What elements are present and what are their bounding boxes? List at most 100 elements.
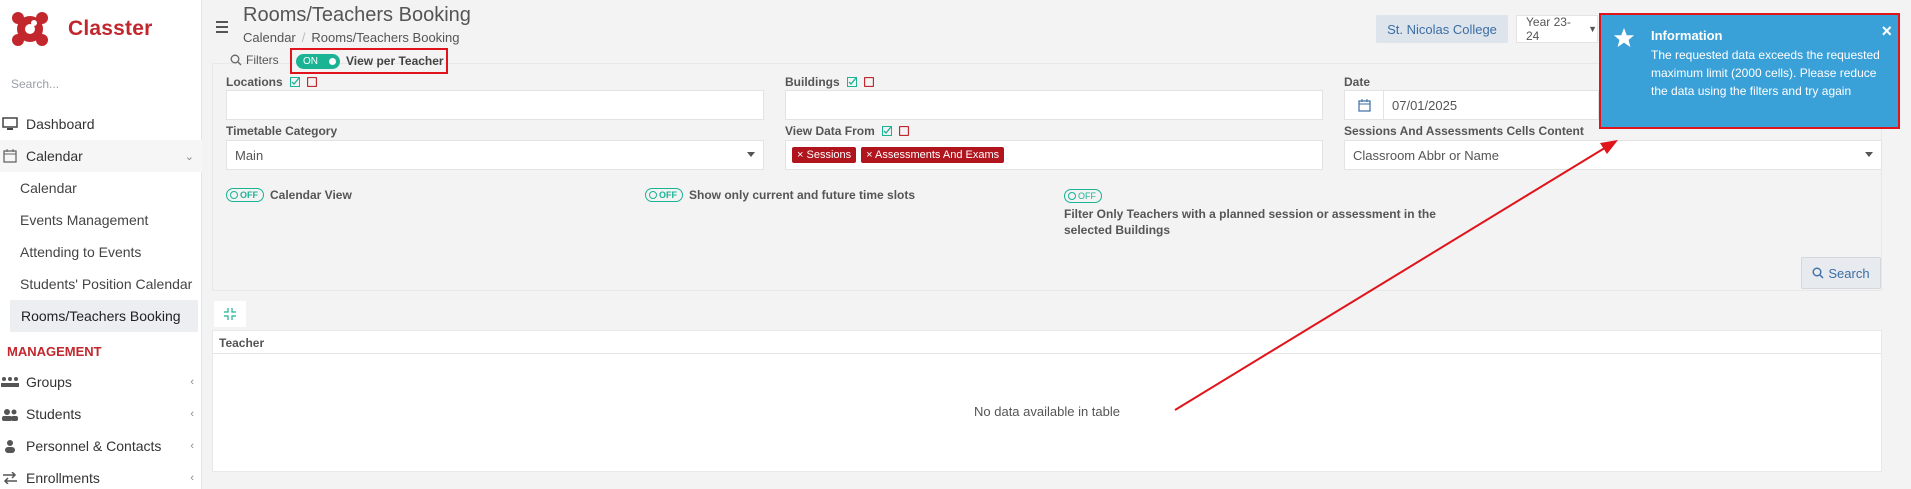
section-management: MANAGEMENT: [7, 343, 102, 359]
caret-down-icon: ▼: [1588, 24, 1597, 34]
sidebar-sub-rooms-teachers-booking[interactable]: Rooms/Teachers Booking: [10, 300, 198, 332]
filter-teachers-toggle[interactable]: OFF: [1064, 189, 1102, 203]
view-data-from-label: View Data From: [785, 124, 909, 138]
view-per-teacher-highlight: ON View per Teacher: [290, 48, 448, 74]
buildings-label-text: Buildings: [785, 75, 840, 89]
notification-message: The requested data exceeds the requested…: [1651, 48, 1880, 98]
check-all-icon[interactable]: [289, 77, 300, 87]
view-data-from-select[interactable]: × Sessions × Assessments And Exams: [785, 140, 1323, 170]
sidebar-item-label: Students: [26, 406, 82, 422]
sidebar-sub-attending-to-events[interactable]: Attending to Events: [0, 236, 202, 268]
year-select[interactable]: Year 23-24 ▼: [1516, 15, 1598, 43]
chevron-left-icon: ‹: [190, 408, 194, 420]
breadcrumb-item: Rooms/Teachers Booking: [311, 30, 460, 45]
monitor-icon: [0, 116, 20, 132]
view-per-teacher-toggle[interactable]: ON: [296, 53, 340, 69]
person-icon: [0, 438, 20, 454]
sidebar-sub-students-position-calendar[interactable]: Students' Position Calendar: [0, 268, 202, 300]
sidebar-search-input[interactable]: Search...: [11, 77, 59, 91]
calendar-view-option: OFF Calendar View: [226, 188, 352, 202]
teachers-table: Teacher No data available in table: [212, 330, 1882, 472]
sidebar-item-label: Enrollments: [26, 470, 100, 486]
buildings-label: Buildings: [785, 75, 874, 89]
calendar-icon: [0, 148, 20, 164]
sidebar-item-calendar[interactable]: Calendar ⌄: [0, 140, 202, 172]
students-icon: [0, 406, 20, 422]
date-label: Date: [1344, 75, 1371, 89]
filter-teachers-option: OFF: [1064, 188, 1108, 203]
sidebar-item-label: Calendar: [26, 148, 83, 164]
cells-content-label: Sessions And Assessments Cells Content: [1344, 124, 1584, 138]
sidebar-item-personnel-contacts[interactable]: Personnel & Contacts ‹: [0, 430, 202, 462]
sidebar-item-label: Groups: [26, 374, 72, 390]
sidebar-item-students[interactable]: Students ‹: [0, 398, 202, 430]
chevron-left-icon: ‹: [190, 472, 194, 484]
calendar-picker-icon[interactable]: [1344, 90, 1384, 120]
uncheck-all-icon[interactable]: [306, 77, 317, 87]
calendar-view-toggle[interactable]: OFF: [226, 188, 264, 202]
future-slots-label: Show only current and future time slots: [689, 188, 916, 202]
close-icon[interactable]: ×: [1881, 21, 1892, 42]
calendar-view-label: Calendar View: [270, 188, 352, 202]
check-all-icon[interactable]: [881, 126, 892, 136]
information-notification: × Information The requested data exceeds…: [1599, 13, 1900, 129]
timetable-category-select[interactable]: Main: [226, 140, 764, 170]
page-title: Rooms/Teachers Booking: [243, 4, 471, 26]
year-select-value: Year 23-24: [1526, 15, 1571, 43]
check-all-icon[interactable]: [846, 77, 857, 87]
column-header-teacher[interactable]: Teacher: [219, 336, 264, 350]
timetable-category-label: Timetable Category: [226, 124, 338, 138]
uncheck-all-icon[interactable]: [863, 77, 874, 87]
filter-teachers-label: Filter Only Teachers with a planned sess…: [1064, 207, 1436, 237]
sidebar-item-groups[interactable]: Groups ‹: [0, 366, 202, 398]
buildings-select[interactable]: [785, 90, 1323, 120]
filters-toggle[interactable]: Filters: [230, 53, 279, 67]
header-divider: [213, 353, 1881, 354]
breadcrumb: Calendar / Rooms/Teachers Booking: [243, 30, 460, 45]
chevron-down-icon: ⌄: [184, 150, 194, 163]
sidebar-item-enrollments[interactable]: Enrollments ‹: [0, 462, 202, 489]
future-slots-toggle[interactable]: OFF: [645, 188, 683, 202]
filters-label: Filters: [246, 53, 279, 67]
tag-sessions[interactable]: × Sessions: [792, 147, 857, 163]
cells-content-select[interactable]: Classroom Abbr or Name: [1344, 140, 1882, 170]
locations-label-text: Locations: [226, 75, 283, 89]
sidebar-sub-calendar[interactable]: Calendar: [0, 172, 202, 204]
sidebar-item-dashboard[interactable]: Dashboard: [0, 108, 202, 140]
caret-down-icon: [747, 152, 755, 157]
chevron-left-icon: ‹: [190, 376, 194, 388]
sidebar-sub-events-management[interactable]: Events Management: [0, 204, 202, 236]
caret-down-icon: [1865, 152, 1873, 157]
search-icon: [230, 54, 242, 66]
star-icon: [1613, 27, 1635, 48]
uncheck-all-icon[interactable]: [898, 126, 909, 136]
logo[interactable]: Classter: [10, 8, 152, 50]
empty-table-message: No data available in table: [974, 404, 1120, 419]
sidebar-item-label: Personnel & Contacts: [26, 438, 162, 454]
tag-assessments-and-exams[interactable]: × Assessments And Exams: [861, 147, 1005, 163]
tag-label: Sessions: [806, 149, 852, 161]
college-button[interactable]: St. Nicolas College: [1376, 15, 1508, 43]
tag-label: Assessments And Exams: [875, 149, 1000, 161]
locations-label: Locations: [226, 75, 317, 89]
search-button-label: Search: [1828, 265, 1870, 281]
sidebar: Classter Search... Dashboard Calendar ⌄ …: [0, 0, 202, 489]
compress-icon[interactable]: [214, 301, 246, 327]
search-button[interactable]: Search: [1801, 257, 1881, 289]
timetable-category-value: Main: [235, 147, 264, 163]
classter-logo-icon: [12, 12, 48, 46]
locations-select[interactable]: [226, 90, 764, 120]
date-input[interactable]: 07/01/2025: [1384, 90, 1599, 120]
exchange-icon: [0, 470, 20, 486]
notification-title: Information: [1651, 28, 1723, 43]
breadcrumb-item[interactable]: Calendar: [243, 30, 296, 45]
view-per-teacher-label: View per Teacher: [346, 54, 444, 68]
future-slots-option: OFF Show only current and future time sl…: [645, 188, 915, 202]
chevron-left-icon: ‹: [190, 440, 194, 452]
groups-icon: [0, 374, 20, 390]
menu-toggle-icon[interactable]: [216, 21, 228, 36]
sidebar-nav: Dashboard Calendar ⌄ Calendar Events Man…: [0, 108, 202, 489]
brand-name: Classter: [68, 17, 153, 40]
cells-content-value: Classroom Abbr or Name: [1353, 147, 1499, 163]
view-data-from-label-text: View Data From: [785, 124, 875, 138]
